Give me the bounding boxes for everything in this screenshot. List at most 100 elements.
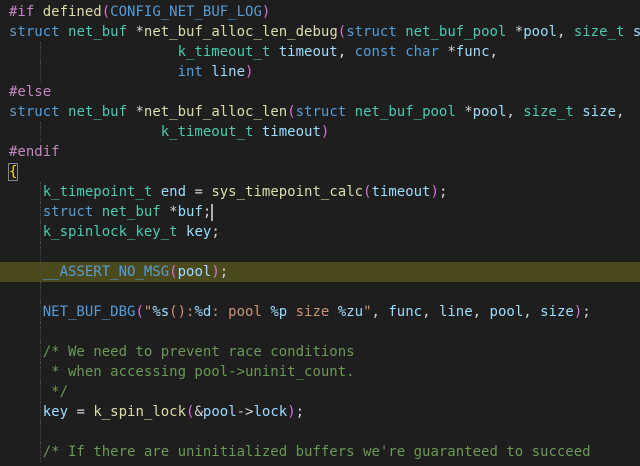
code-text: int line) — [9, 64, 254, 80]
code-line[interactable] — [0, 422, 640, 442]
code-token: %p — [270, 304, 288, 320]
code-token: int — [177, 64, 212, 80]
code-token: ; — [582, 304, 591, 320]
code-token: */ — [42, 384, 69, 400]
code-line[interactable]: #else — [0, 82, 640, 102]
code-line[interactable]: NET_BUF_DBG("%s():%d: pool %p size %zu",… — [0, 302, 640, 322]
code-token: %zu — [337, 304, 364, 320]
code-token: /* We need to prevent race conditions — [42, 344, 355, 360]
code-token: buf — [177, 204, 203, 220]
code-token: net_buf_alloc_len_debug — [143, 24, 338, 40]
code-token: end — [160, 184, 187, 200]
code-text: * when accessing pool->uninit_count. — [9, 364, 354, 380]
code-token: #if — [9, 4, 43, 20]
code-token: NET_BUF_DBG — [42, 304, 136, 320]
code-token: k_spinlock_key_t — [42, 224, 187, 240]
code-token: * — [135, 104, 144, 120]
code-line[interactable] — [0, 242, 640, 262]
code-token: , — [337, 44, 355, 60]
code-line[interactable]: struct net_buf *net_buf_alloc_len_debug(… — [0, 22, 640, 42]
code-line[interactable] — [0, 282, 640, 302]
code-token: pool — [523, 24, 557, 40]
indent-guide — [40, 422, 41, 442]
code-line[interactable]: k_timeout_t timeout) — [0, 122, 640, 142]
code-token: * — [447, 44, 456, 60]
code-token: ; — [202, 204, 212, 220]
code-text: #endif — [9, 144, 60, 160]
code-token: ) — [320, 124, 330, 140]
code-line[interactable]: #endif — [0, 142, 640, 162]
code-token: pool — [202, 404, 237, 420]
code-line[interactable]: */ — [0, 382, 640, 402]
code-token: pool — [472, 104, 507, 120]
code-line[interactable] — [0, 322, 640, 342]
code-line[interactable]: int line) — [0, 62, 640, 82]
code-line[interactable]: k_spinlock_key_t key; — [0, 222, 640, 242]
code-token: , — [615, 104, 625, 120]
code-token: struct — [42, 204, 102, 220]
code-token: CONFIG_NET_BUF_LOG — [110, 4, 262, 20]
code-token: size — [582, 104, 616, 120]
code-line[interactable]: k_timeout_t timeout, const char *func, — [0, 42, 640, 62]
code-text: __ASSERT_NO_MSG(pool); — [9, 264, 228, 280]
code-token: ( — [169, 264, 178, 280]
code-line[interactable]: { — [0, 162, 640, 182]
code-token: , — [489, 44, 498, 60]
code-token: , — [556, 24, 574, 40]
code-token: , — [422, 304, 439, 320]
code-line[interactable]: k_timepoint_t end = sys_timepoint_calc(t… — [0, 182, 640, 202]
code-text: /* If there are uninitialized buffers we… — [9, 444, 591, 460]
code-token: pool — [489, 304, 524, 320]
code-text: k_spinlock_key_t key; — [9, 224, 220, 240]
code-token: %d — [194, 304, 212, 320]
code-token: " — [363, 304, 372, 320]
code-token: line — [211, 64, 246, 80]
code-token: ; — [438, 184, 448, 200]
code-token: * — [135, 24, 144, 40]
code-token: net_buf — [68, 104, 136, 120]
code-token: ( — [135, 304, 144, 320]
code-text: k_timeout_t timeout, const char *func, — [9, 44, 498, 60]
code-token: #else — [9, 84, 52, 100]
code-line[interactable]: struct net_buf *buf; — [0, 202, 640, 222]
code-line-highlighted[interactable]: __ASSERT_NO_MSG(pool); — [0, 262, 640, 282]
code-token: key — [42, 404, 69, 420]
code-line[interactable]: key = k_spin_lock(&pool->lock); — [0, 402, 640, 422]
code-line[interactable]: struct net_buf *net_buf_alloc_len(struct… — [0, 102, 640, 122]
code-token: k_timeout_t — [160, 124, 262, 140]
code-token: lock — [253, 404, 288, 420]
code-editor[interactable]: #if defined(CONFIG_NET_BUF_LOG) struct ne… — [0, 0, 640, 466]
code-token: ) — [261, 4, 271, 20]
code-token: * — [514, 24, 524, 40]
code-token: __ASSERT_NO_MSG — [42, 264, 170, 280]
code-text: struct net_buf *net_buf_alloc_len(struct… — [9, 104, 624, 120]
code-token: -> — [236, 404, 254, 420]
code-text: */ — [9, 384, 68, 400]
code-token: %s — [152, 304, 170, 320]
code-line[interactable]: #if defined(CONFIG_NET_BUF_LOG) — [0, 2, 640, 22]
code-token: (): — [169, 304, 195, 320]
code-line[interactable]: /* If there are uninitialized buffers we… — [0, 442, 640, 462]
code-token: func — [455, 44, 490, 60]
code-token: = — [68, 404, 94, 420]
code-line[interactable]: /* We need to prevent race conditions — [0, 342, 640, 362]
code-token: net_buf — [101, 204, 170, 220]
code-token: ( — [287, 104, 296, 120]
code-token: k_spin_lock — [93, 404, 187, 420]
indent-guide — [40, 282, 41, 302]
code-token: k_timepoint_t — [42, 184, 161, 200]
code-token: /* If there are uninitialized buffers we… — [42, 444, 591, 460]
code-line[interactable]: * when accessing pool->uninit_count. — [0, 362, 640, 382]
code-token: timeout — [261, 124, 321, 140]
code-token: size — [632, 24, 640, 40]
code-token: struct — [295, 104, 355, 120]
code-token: * — [169, 204, 178, 220]
code-token: net_buf — [68, 24, 136, 40]
code-text: key = k_spin_lock(&pool->lock); — [9, 404, 304, 420]
